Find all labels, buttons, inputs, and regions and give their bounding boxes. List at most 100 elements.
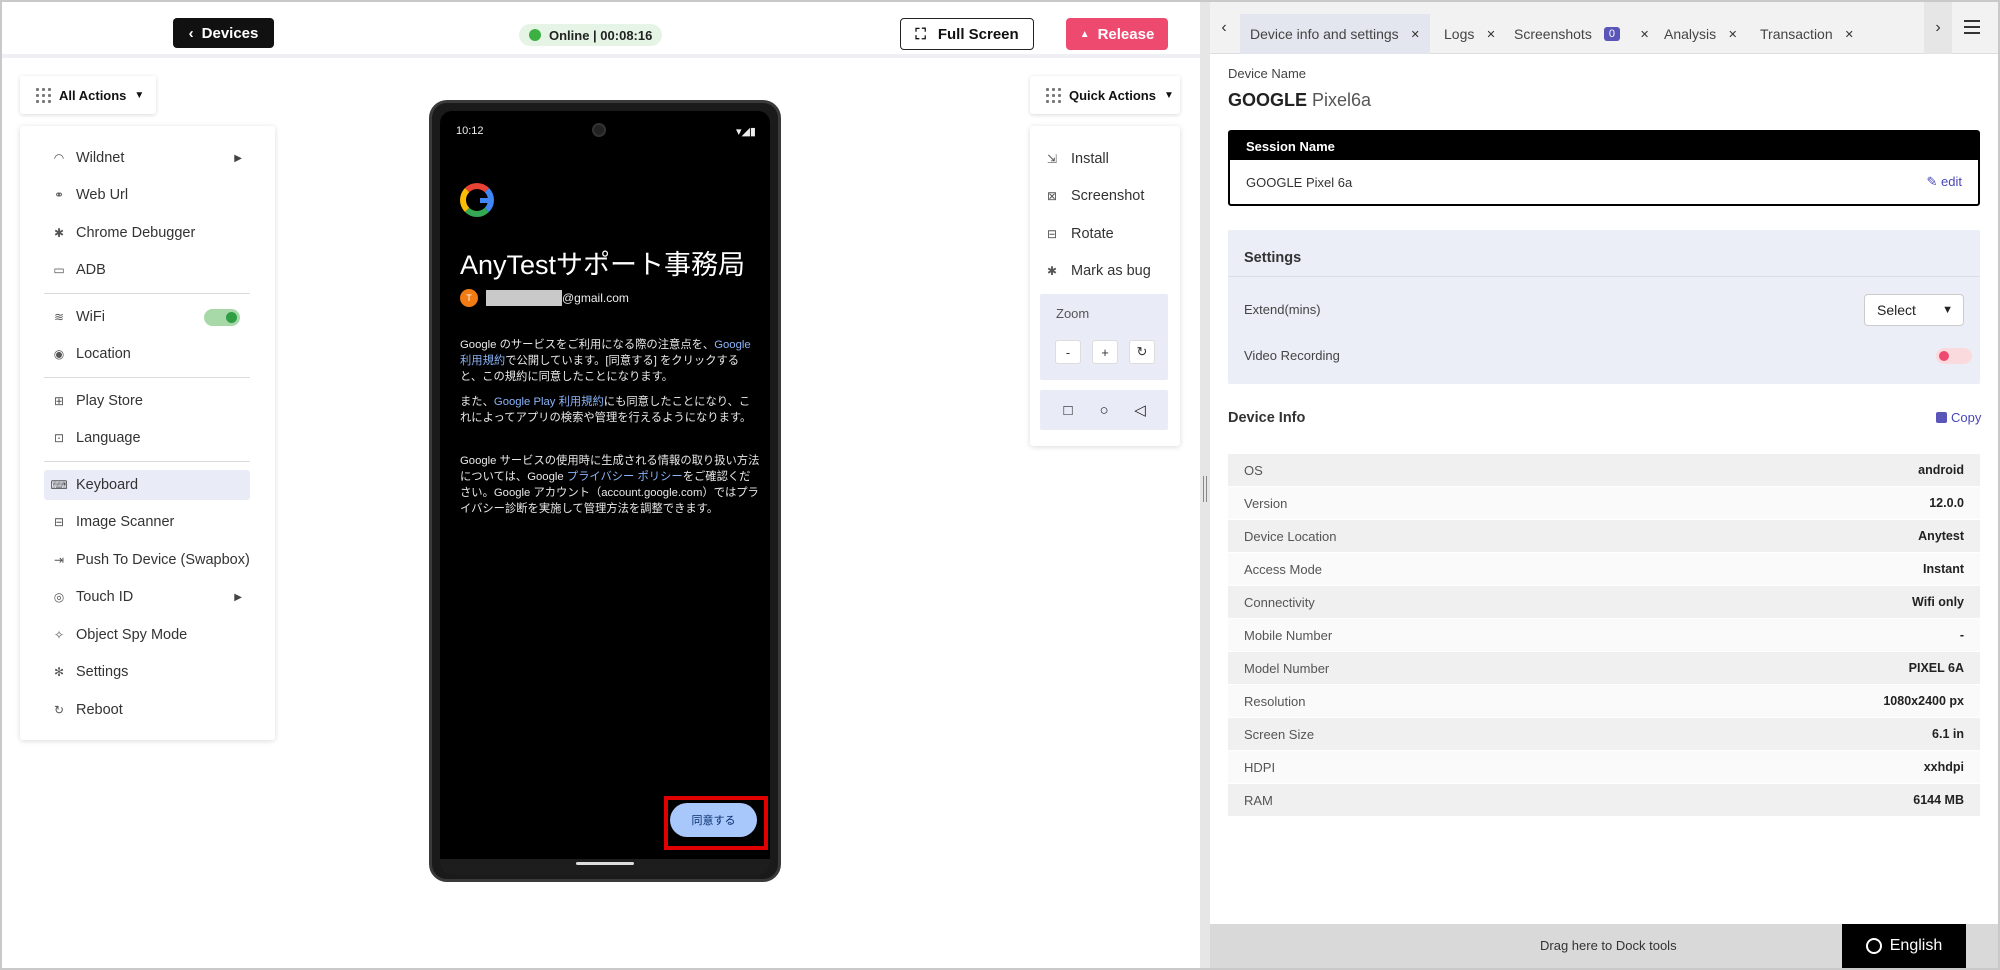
info-value: Instant (1923, 562, 1964, 576)
copy-button[interactable]: Copy (1936, 410, 1981, 425)
wifi-icon: ≋ (53, 310, 65, 324)
gear-icon: ✻ (53, 665, 65, 679)
redacted-email (486, 290, 562, 306)
text: Google のサービスをご利用になる際の注意点を、 (460, 339, 715, 351)
grid-dots-icon (36, 87, 51, 103)
tab-label: Screenshots (1514, 26, 1592, 42)
screenshot-action[interactable]: ⊠ Screenshot (1045, 183, 1144, 209)
close-icon[interactable]: ✕ (1728, 28, 1737, 41)
avatar: T (460, 289, 478, 307)
tab-logs[interactable]: Logs ✕ (1434, 14, 1506, 54)
install-action[interactable]: ⇲ Install (1045, 146, 1109, 172)
globe-icon (1865, 938, 1882, 954)
action-image-scanner[interactable]: ⊟ Image Scanner (44, 507, 250, 537)
tab-bar: ‹ Device info and settings ✕ Logs ✕ Scre… (1210, 2, 1998, 54)
action-wildnet[interactable]: ◠ Wildnet ▶ (44, 143, 250, 173)
link-icon: ⚭ (53, 188, 65, 202)
tab-transaction[interactable]: Transaction ✕ (1750, 14, 1864, 54)
rotate-action[interactable]: ⊟ Rotate (1045, 221, 1114, 247)
info-value: android (1918, 463, 1964, 477)
action-chrome-debugger[interactable]: ✱ Chrome Debugger (44, 218, 250, 248)
action-location[interactable]: ◉ Location (44, 339, 250, 369)
action-label: Location (76, 346, 131, 362)
edit-session-link[interactable]: ✎ edit (1927, 174, 1963, 190)
all-actions-label: All Actions (59, 87, 127, 103)
home-button[interactable]: ○ (1092, 398, 1116, 422)
mark-as-bug-action[interactable]: ✱ Mark as bug (1045, 258, 1151, 284)
tab-scroll-left-button[interactable]: ‹ (1210, 2, 1238, 54)
tab-device-info[interactable]: Device info and settings ✕ (1240, 14, 1430, 54)
menu-icon[interactable] (1964, 20, 1980, 38)
action-web-url[interactable]: ⚭ Web Url (44, 180, 250, 210)
action-label: Play Store (76, 393, 143, 409)
terms-paragraph-2: また、Google Play 利用規約にも同意したことになり、これによってアプリ… (460, 394, 760, 426)
close-icon[interactable]: ✕ (1486, 28, 1495, 41)
action-label: Push To Device (Swapbox) (76, 552, 250, 568)
quick-actions-dropdown[interactable]: Quick Actions ▼ (1030, 76, 1180, 114)
privacy-policy-link[interactable]: プライバシー ポリシー (567, 471, 683, 483)
action-label: Wildnet (76, 150, 125, 166)
back-button[interactable]: ◁ (1128, 398, 1152, 422)
action-push-to-device[interactable]: ⇥ Push To Device (Swapbox) (44, 545, 250, 575)
rotate-icon: ⊟ (1046, 227, 1058, 241)
close-icon[interactable]: ✕ (1845, 28, 1854, 41)
device-model: Pixel6a (1312, 90, 1372, 110)
status-time: 10:12 (456, 125, 484, 137)
table-row: Access Mode Instant (1228, 553, 1980, 586)
language-button[interactable]: English (1842, 924, 1966, 968)
action-language[interactable]: ⊡ Language (44, 423, 250, 453)
zoom-controls: Zoom - + ↻ (1040, 294, 1168, 380)
close-icon[interactable]: ✕ (1411, 28, 1420, 41)
table-row: Model Number PIXEL 6A (1228, 652, 1980, 685)
dock-hint: Drag here to Dock tools (1540, 938, 1677, 953)
full-screen-button[interactable]: ⛶ Full Screen (900, 18, 1034, 50)
play-terms-link[interactable]: Google Play 利用規約 (494, 396, 604, 408)
tab-analysis[interactable]: Analysis ✕ (1654, 14, 1747, 54)
home-gesture-pill[interactable] (576, 862, 634, 865)
release-button[interactable]: ▲ Release (1066, 18, 1168, 50)
action-adb[interactable]: ▭ ADB (44, 255, 250, 285)
action-play-store[interactable]: ⊞ Play Store (44, 386, 250, 416)
action-reboot[interactable]: ↻ Reboot (44, 695, 250, 725)
count-badge: 0 (1603, 27, 1620, 41)
action-label: Touch ID (76, 589, 134, 605)
device-nav-buttons: □ ○ ◁ (1040, 390, 1168, 430)
tab-scroll-right-button[interactable]: › (1924, 2, 1952, 54)
action-settings[interactable]: ✻ Settings (44, 657, 250, 687)
all-actions-dropdown[interactable]: All Actions ▼ (20, 76, 156, 114)
device-screen[interactable]: 10:12 ▾◢▮ AnyTestサポート事務局 T @gmail.com Go… (440, 111, 770, 875)
wifi-signal-icon: ◠ (53, 151, 65, 165)
splitter-grip-icon[interactable] (1203, 476, 1207, 502)
info-key: Mobile Number (1244, 627, 1333, 643)
zoom-reset-button[interactable]: ↻ (1129, 340, 1155, 364)
table-row: Screen Size 6.1 in (1228, 718, 1980, 751)
action-label: Keyboard (76, 477, 139, 493)
release-label: Release (1097, 25, 1155, 43)
tab-screenshots[interactable]: Screenshots 0 ✕ (1504, 14, 1659, 54)
action-wifi[interactable]: ≋ WiFi (44, 302, 250, 332)
tab-label: Logs (1444, 26, 1475, 42)
extend-select[interactable]: Select ▼ (1864, 294, 1964, 326)
device-workspace: ‹ Devices Online | 00:08:16 ⛶ Full Scree… (2, 2, 1200, 968)
zoom-out-button[interactable]: - (1055, 340, 1081, 364)
zoom-in-button[interactable]: + (1092, 340, 1118, 364)
close-icon[interactable]: ✕ (1640, 28, 1649, 41)
action-keyboard[interactable]: ⌨ Keyboard (44, 470, 250, 500)
video-recording-toggle[interactable] (1936, 348, 1972, 364)
recent-apps-button[interactable]: □ (1056, 398, 1080, 422)
action-label: Object Spy Mode (76, 627, 188, 643)
agree-button[interactable]: 同意する (670, 803, 757, 837)
action-touch-id[interactable]: ◎ Touch ID ▶ (44, 582, 250, 612)
action-object-spy-mode[interactable]: ✧ Object Spy Mode (44, 620, 250, 650)
wifi-toggle[interactable] (204, 309, 240, 326)
session-timer: Online | 00:08:16 (549, 27, 653, 43)
table-row: Resolution 1080x2400 px (1228, 685, 1980, 718)
device-brand: GOOGLE (1228, 90, 1308, 110)
devices-back-button[interactable]: ‹ Devices (173, 18, 274, 48)
divider (44, 461, 250, 462)
email-suffix: @gmail.com (562, 291, 629, 305)
info-value: 1080x2400 px (1883, 694, 1964, 708)
caret-right-icon: ▶ (234, 152, 242, 164)
table-row: Version 12.0.0 (1228, 487, 1980, 520)
divider (44, 293, 250, 294)
